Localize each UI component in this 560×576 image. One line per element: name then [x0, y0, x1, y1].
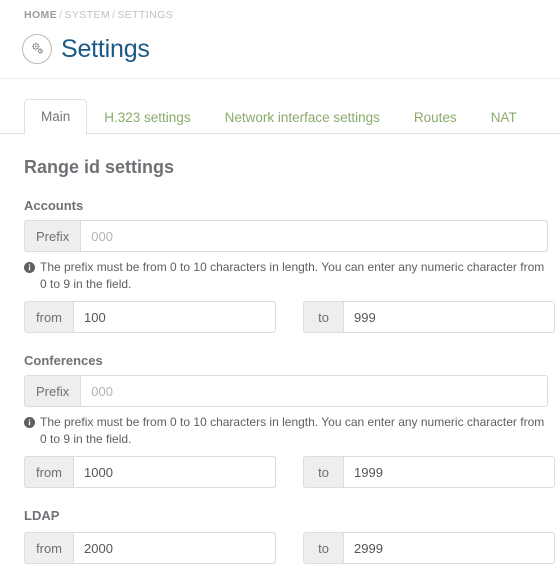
group-label-ldap: LDAP	[24, 508, 60, 523]
ldap-to-group: to	[303, 532, 555, 564]
tab-nat[interactable]: NAT	[474, 99, 534, 134]
conferences-prefix-input[interactable]	[80, 375, 548, 407]
conferences-prefix-group: Prefix	[24, 375, 548, 407]
conferences-from-addon-label: from	[24, 456, 73, 488]
gears-circle-icon	[22, 33, 52, 64]
page-title: Settings	[61, 34, 150, 63]
accounts-range-row: from to	[24, 301, 555, 333]
accounts-from-group: from	[24, 301, 276, 333]
conferences-range-row: from to	[24, 456, 555, 488]
ldap-to-addon-label: to	[303, 532, 343, 564]
accounts-prefix-group: Prefix	[24, 220, 548, 252]
tab-network-interface-settings[interactable]: Network interface settings	[208, 99, 397, 134]
conferences-from-col: from	[24, 456, 276, 488]
ldap-to-col: to	[303, 532, 555, 564]
accounts-prefix-input[interactable]	[80, 220, 548, 252]
ldap-from-addon-label: from	[24, 532, 73, 564]
ldap-from-col: from	[24, 532, 276, 564]
accounts-to-col: to	[303, 301, 555, 333]
conferences-from-group: from	[24, 456, 276, 488]
settings-content: Range id settings Accounts Prefix The pr…	[0, 156, 560, 564]
conferences-prefix-addon-label: Prefix	[24, 375, 81, 407]
settings-page: HOME / SYSTEM / SETTINGS Settings Main H.323…	[0, 0, 560, 576]
accounts-from-addon-label: from	[24, 301, 73, 333]
page-header: Settings	[0, 22, 560, 68]
info-icon	[24, 417, 35, 428]
accounts-prefix-addon-label: Prefix	[24, 220, 81, 252]
group-label-accounts: Accounts	[24, 198, 84, 213]
ldap-range-row: from to	[24, 532, 555, 564]
breadcrumb-item-settings: SETTINGS	[117, 9, 174, 21]
tab-list: Main H.323 settings Network interface se…	[24, 90, 560, 135]
info-icon	[24, 262, 35, 273]
tab-routes[interactable]: Routes	[397, 99, 474, 134]
conferences-from-input[interactable]	[73, 456, 276, 488]
tab-h323-settings[interactable]: H.323 settings	[87, 99, 207, 134]
conferences-to-addon-label: to	[303, 456, 343, 488]
accounts-prefix-help-text: The prefix must be from 0 to 10 characte…	[40, 260, 545, 291]
conferences-prefix-help: The prefix must be from 0 to 10 characte…	[24, 414, 548, 448]
accounts-to-group: to	[303, 301, 555, 333]
header-divider	[0, 78, 560, 79]
breadcrumb-item-system[interactable]: SYSTEM	[64, 9, 110, 21]
conferences-to-input[interactable]	[343, 456, 555, 488]
breadcrumb-item-home[interactable]: HOME	[24, 9, 57, 21]
accounts-to-addon-label: to	[303, 301, 343, 333]
accounts-to-input[interactable]	[343, 301, 555, 333]
ldap-from-input[interactable]	[73, 532, 276, 564]
tab-bar: Main H.323 settings Network interface se…	[0, 90, 560, 135]
conferences-to-group: to	[303, 456, 555, 488]
breadcrumb: HOME / SYSTEM / SETTINGS	[0, 0, 560, 22]
group-label-conferences: Conferences	[24, 353, 103, 368]
conferences-to-col: to	[303, 456, 555, 488]
accounts-prefix-help: The prefix must be from 0 to 10 characte…	[24, 259, 548, 293]
tab-main[interactable]: Main	[24, 99, 88, 135]
section-title-range-id-settings: Range id settings	[24, 157, 175, 177]
ldap-to-input[interactable]	[343, 532, 555, 564]
accounts-from-input[interactable]	[73, 301, 276, 333]
ldap-from-group: from	[24, 532, 276, 564]
accounts-from-col: from	[24, 301, 276, 333]
conferences-prefix-help-text: The prefix must be from 0 to 10 characte…	[40, 415, 545, 446]
